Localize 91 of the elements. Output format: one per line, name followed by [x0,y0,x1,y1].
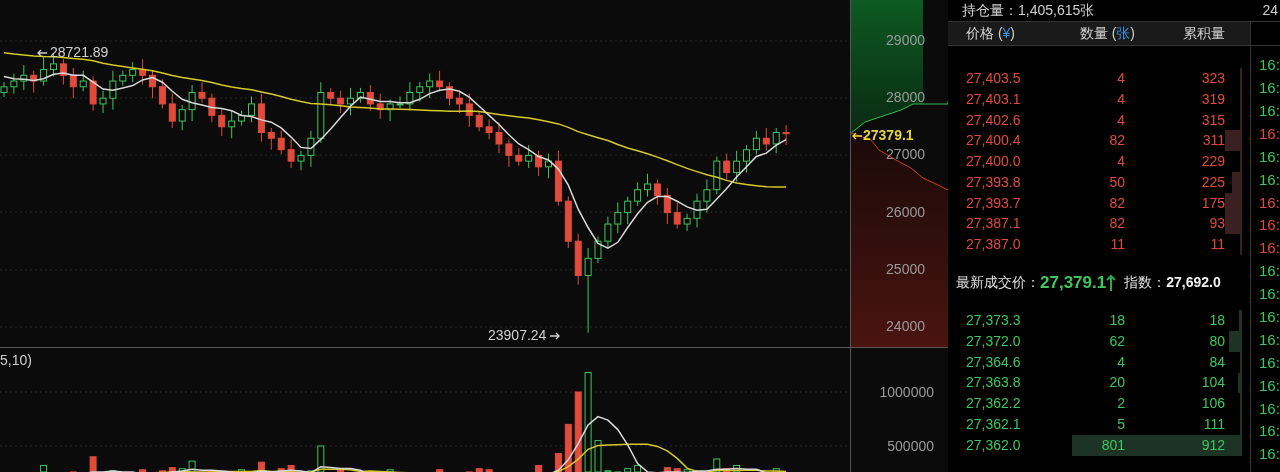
total-cell-text: 323 [1200,68,1225,88]
amount-cell-text: 20 [1108,373,1125,393]
open-interest-label: 持仓量：1,405,615张 [962,1,1095,20]
trade-time: 16: [1259,329,1280,350]
total-cell-text: 111 [1202,415,1225,435]
arrow-left-icon [851,131,863,140]
amount-cell-text: 82 [1108,214,1125,234]
total-cell-text: 912 [1200,435,1225,455]
price-cell-text: 27,400.4 [965,131,1022,151]
column-header: 数量 (张) [1078,24,1135,43]
amount-cell-text: 4 [1116,89,1125,109]
total-cell-text: 104 [1200,373,1225,393]
last-price-label: 最新成交价： [956,273,1040,293]
total-cell-text: 106 [1200,394,1225,414]
index-value: 27,692.0 [1166,273,1221,293]
trade-time: 16: [1259,398,1280,419]
amount-cell-text: 82 [1108,131,1125,151]
price-cell-text: 27,373.3 [965,311,1022,331]
total-cell-text: 175 [1200,193,1225,213]
price-cell-text: 27,393.7 [965,193,1022,213]
price-cell-text: 27,362.0 [965,435,1022,455]
trade-time: 16: [1259,261,1280,282]
total-cell-text: 84 [1208,352,1225,372]
amount-cell-text: 4 [1116,68,1125,88]
price-cell-text: 27,403.1 [965,89,1022,109]
trade-time: 16: [1259,169,1280,190]
trade-time: 16: [1259,192,1280,213]
trade-time: 16: [1259,444,1280,465]
price-cell-text: 27,362.1 [965,415,1022,435]
axis-label: 29000 [886,31,925,51]
amount-cell-text: 18 [1108,311,1125,331]
axis-label: 28000 [886,88,925,108]
trade-time: 16: [1259,100,1280,121]
trade-time: 16: [1259,55,1280,76]
trade-time: 16: [1259,123,1280,144]
axis-label: 24000 [886,317,925,337]
total-cell-text: 225 [1200,172,1225,192]
trade-time: 16: [1259,375,1280,396]
axis-label: 27000 [886,145,925,165]
total-cell-text: 93 [1208,214,1225,234]
price-cell-text: 27,363.8 [965,373,1022,393]
total-cell-text: 18 [1208,311,1225,331]
trade-time: 16: [1259,146,1280,167]
total-cell-text: 311 [1201,131,1225,151]
trade-time: 16: [1259,307,1280,327]
trade-time: 16: [1259,421,1280,442]
price-cell-text: 27,362.2 [965,394,1022,414]
total-cell-text: 80 [1208,331,1225,351]
trade-time: 16: [1259,215,1280,236]
price-cell-text: 27,372.0 [965,331,1022,351]
axis-label: 1000000 [879,382,934,402]
total-cell-text: 11 [1209,235,1225,255]
amount-cell-text: 4 [1116,152,1125,172]
amount-cell-text: 11 [1109,235,1125,255]
arrow-up-icon [1106,273,1117,292]
trade-time: 16: [1259,284,1280,305]
price-cell-text: 27,400.0 [965,152,1022,172]
price-cell-text: 27,393.8 [965,172,1022,192]
arrow-left-icon [36,48,48,57]
total-cell-text: 315 [1200,110,1225,130]
price-cell-text: 27,403.5 [965,68,1022,88]
total-cell-text: 319 [1200,89,1225,109]
amount-cell-text: 82 [1108,193,1125,213]
high-label: 28721.89 [50,43,109,62]
trade-time: 16: [1259,238,1280,259]
last-price-marker: 27379.1 [863,126,914,145]
amount-cell-text: 4 [1116,352,1125,372]
axis-label: 25000 [886,259,925,279]
low-label: 23907.24 [488,326,547,345]
last-price-value: 27,379.1 [1040,271,1107,294]
price-cell-text: 27,402.6 [965,110,1022,130]
amount-cell-text: 5 [1116,415,1125,435]
column-header: 价格 (¥) [965,24,1017,43]
amount-cell-text: 4 [1116,110,1125,130]
volume-indicator-label: 5,10) [0,351,32,370]
amount-cell-text: 50 [1108,172,1125,192]
amount-cell-text: 801 [1100,435,1125,455]
amount-cell-text: 62 [1108,331,1125,351]
header-value: 24 [1262,1,1278,20]
price-cell-text: 27,364.6 [965,352,1022,372]
price-cell-text: 27,387.1 [965,214,1022,234]
amount-cell-text: 2 [1116,394,1125,414]
trade-time: 16: [1259,352,1280,373]
total-cell-text: 229 [1200,152,1225,172]
price-cell-text: 27,387.0 [965,235,1022,255]
index-label: 指数： [1124,273,1167,293]
column-header: 累积量 [1182,24,1225,43]
axis-label: 26000 [886,202,925,222]
trade-time: 16: [1259,78,1280,99]
axis-label: 500000 [887,436,934,456]
arrow-right-icon [549,331,562,340]
